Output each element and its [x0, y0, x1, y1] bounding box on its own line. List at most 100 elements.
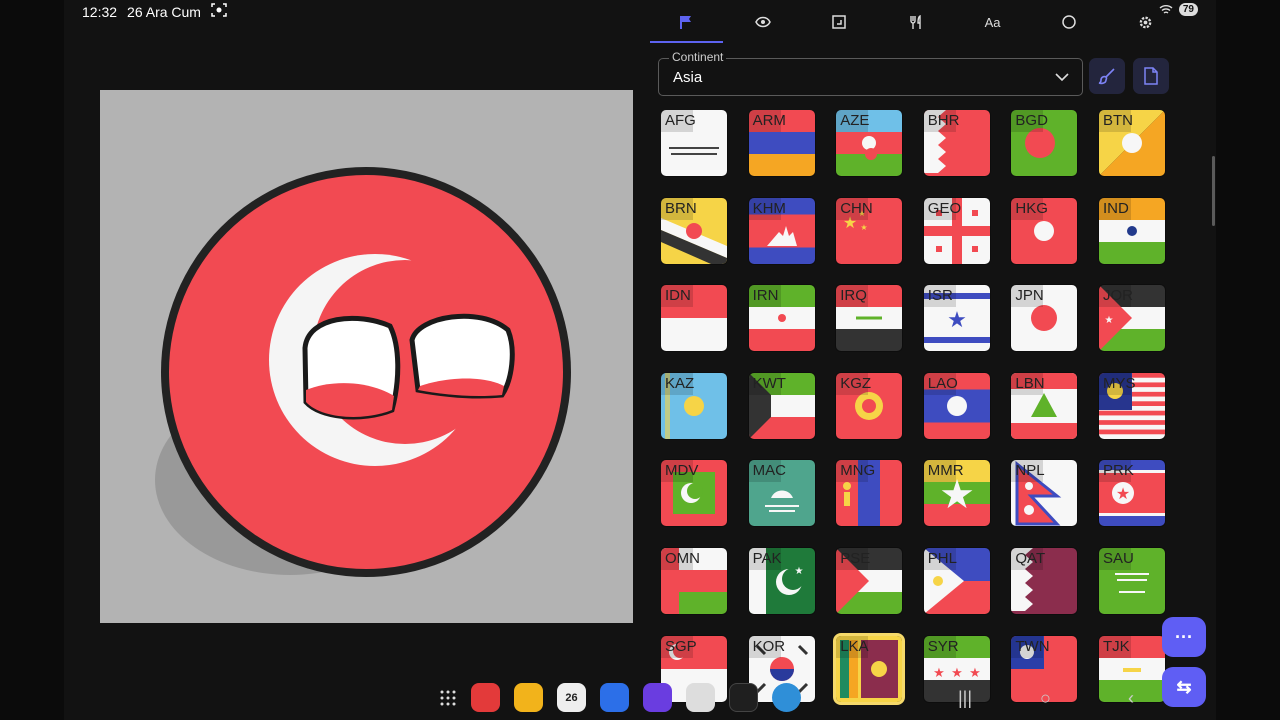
flag-mac[interactable]: MAC: [748, 460, 815, 527]
recents-button[interactable]: |||: [958, 688, 972, 709]
flag-kaz[interactable]: KAZ: [661, 372, 727, 439]
flag-aze[interactable]: AZE: [836, 110, 903, 176]
flag-btn[interactable]: BTN: [1099, 110, 1165, 176]
flag-code: SYR: [923, 635, 959, 658]
flag-omn[interactable]: OMN: [661, 548, 727, 614]
circle-icon: [1062, 15, 1076, 29]
flag-lbn[interactable]: LBN: [1011, 372, 1078, 439]
fork-knife-icon: [910, 15, 921, 29]
svg-text:★: ★: [1105, 315, 1114, 326]
more-button[interactable]: ···: [1162, 617, 1206, 657]
flag-mmr[interactable]: ★ MMR: [923, 460, 990, 527]
eye-icon: [755, 16, 771, 28]
flag-code: HKG: [1011, 197, 1048, 220]
flag-khm[interactable]: KHM: [748, 197, 815, 264]
flag-bhr[interactable]: BHR: [923, 110, 990, 176]
flag-code: IRN: [748, 285, 781, 308]
browser-app-icon[interactable]: [643, 683, 672, 712]
calendar-app-icon[interactable]: 26: [557, 683, 586, 712]
flag-qat[interactable]: QAT: [1011, 548, 1078, 614]
brush-button[interactable]: [1089, 58, 1125, 94]
flag-lao[interactable]: LAO: [923, 372, 990, 439]
notes-app-icon[interactable]: [471, 683, 500, 712]
flag-code: BGD: [1011, 110, 1048, 132]
flag-irn[interactable]: IRN: [748, 285, 815, 352]
flag-mys[interactable]: MYS: [1099, 372, 1165, 439]
home-button[interactable]: ○: [1040, 688, 1051, 709]
countryball-preview-canvas[interactable]: [100, 90, 633, 623]
countryball-illustration: [155, 167, 571, 577]
messages-app-icon[interactable]: [600, 683, 629, 712]
camera-app-icon[interactable]: [686, 683, 715, 712]
tab-eyes[interactable]: [725, 0, 802, 44]
back-button[interactable]: ‹: [1128, 688, 1134, 709]
flag-code: IND: [1099, 197, 1131, 220]
flag-bgd[interactable]: BGD: [1011, 110, 1078, 176]
flag-code: MAC: [748, 460, 786, 483]
app-drawer-icon[interactable]: [439, 689, 457, 707]
scrollbar[interactable]: [1212, 156, 1215, 226]
flag-chn[interactable]: ★ ★ ★ CHN: [836, 197, 903, 264]
flag-ind[interactable]: IND: [1099, 197, 1165, 264]
continent-select[interactable]: Continent Asia: [658, 50, 1083, 96]
flag-arm[interactable]: ARM: [748, 110, 815, 176]
flag-code: KWT: [748, 372, 786, 395]
flag-irq[interactable]: IRQ: [836, 285, 903, 352]
swap-button[interactable]: ⇆: [1162, 667, 1206, 707]
flag-afg[interactable]: AFG: [661, 110, 727, 176]
flag-kwt[interactable]: KWT: [748, 372, 815, 439]
taskbar-dock: 26: [439, 683, 801, 712]
flag-phl[interactable]: PHL: [923, 548, 990, 614]
tab-text[interactable]: Aa: [954, 0, 1031, 44]
flag-code: LAO: [923, 372, 958, 395]
flag-sau[interactable]: SAU: [1099, 548, 1165, 614]
flag-jor[interactable]: ★ JOR: [1099, 285, 1165, 352]
flag-isr[interactable]: ★ ISR: [923, 285, 990, 352]
flag-code: MDV: [661, 460, 698, 483]
file-button[interactable]: [1133, 58, 1169, 94]
svg-text:★: ★: [951, 666, 963, 681]
flag-code: BHR: [923, 110, 959, 132]
flag-code: AZE: [836, 110, 869, 132]
flag-code: KGZ: [836, 372, 871, 395]
svg-text:★: ★: [1116, 484, 1130, 503]
svg-text:★: ★: [969, 666, 981, 681]
play-store-app-icon[interactable]: [729, 683, 758, 712]
flag-lka[interactable]: LKA: [836, 635, 903, 702]
flag-syr[interactable]: ★ ★ ★ SYR: [923, 635, 990, 702]
svg-text:★: ★: [794, 566, 803, 577]
screenshot-icon: [211, 3, 227, 20]
flag-code: MYS: [1099, 372, 1136, 395]
flag-jpn[interactable]: JPN: [1011, 285, 1078, 352]
tab-accessories[interactable]: [878, 0, 955, 44]
tab-bar: Aa: [648, 0, 1184, 44]
svg-text:★: ★: [933, 666, 945, 681]
flag-pak[interactable]: ★ PAK: [748, 548, 815, 614]
flag-pse[interactable]: PSE: [836, 548, 903, 614]
flag-grid: AFG ARM AZE BHR BGD BTN BRN KHM ★ ★ ★ CHN GEO HKG IND I…: [661, 110, 1201, 720]
flag-npl[interactable]: NPL: [1011, 460, 1078, 527]
flag-kgz[interactable]: KGZ: [836, 372, 903, 439]
files-app-icon[interactable]: [514, 683, 543, 712]
flag-idn[interactable]: IDN: [661, 285, 727, 352]
tab-flag[interactable]: [648, 0, 725, 44]
flag-mdv[interactable]: MDV: [661, 460, 727, 527]
tab-shape[interactable]: [1031, 0, 1108, 44]
tab-frame[interactable]: [801, 0, 878, 44]
frame-icon: [832, 15, 847, 29]
flag-code: JOR: [1099, 285, 1133, 308]
flag-code: ARM: [748, 110, 786, 132]
flag-hkg[interactable]: HKG: [1011, 197, 1078, 264]
flag-geo[interactable]: GEO: [923, 197, 990, 264]
flag-code: ISR: [923, 285, 956, 308]
flag-mng[interactable]: MNG: [836, 460, 903, 527]
flag-brn[interactable]: BRN: [661, 197, 727, 264]
flag-code: BTN: [1099, 110, 1133, 132]
flag-code: IRQ: [836, 285, 869, 308]
flag-code: LKA: [836, 635, 869, 658]
flag-code: NPL: [1011, 460, 1045, 483]
flag-prk[interactable]: ★ PRK: [1099, 460, 1165, 527]
flag-code: BRN: [661, 197, 697, 220]
flag-code: LBN: [1011, 372, 1045, 395]
game-app-icon[interactable]: [772, 683, 801, 712]
